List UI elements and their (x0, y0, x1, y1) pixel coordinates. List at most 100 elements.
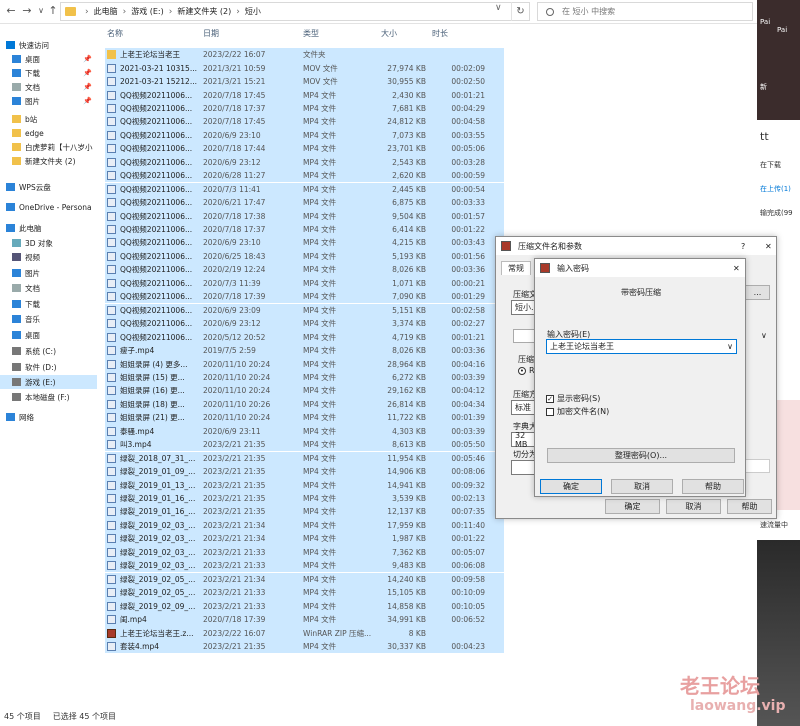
sidebar-item[interactable]: 系统 (C:) (0, 344, 97, 358)
column-duration[interactable]: 时长 (432, 28, 448, 39)
file-row[interactable]: 绿裂_2019_02_09_... 2023/2/21 21:33 MP4 文件 14… (105, 599, 504, 613)
file-row[interactable]: 上老王论坛当老王.z... 2023/2/22 16:07 WinRAR ZIP 压… (105, 626, 504, 640)
encrypt-filenames-checkbox[interactable]: 加密文件名(N) (546, 406, 609, 417)
sidebar-item[interactable]: 网络 (0, 410, 97, 424)
sidebar-item[interactable]: 桌面 (0, 328, 97, 342)
file-row[interactable]: QQ视频20211006... 2020/6/9 23:10 MP4 文件 4,215… (105, 236, 504, 250)
sidebar-item[interactable]: 软件 (D:) (0, 360, 97, 374)
sidebar-item[interactable]: 文档 (0, 281, 97, 295)
sidebar-item[interactable]: 此电脑 (0, 221, 97, 235)
breadcrumb-item[interactable]: 短小 (245, 6, 261, 17)
file-row[interactable]: QQ视频20211006... 2020/7/18 17:45 MP4 文件 2,43… (105, 88, 504, 102)
sidebar-item[interactable]: 图片 📌 (0, 94, 97, 108)
column-type[interactable]: 类型 (303, 28, 319, 39)
cancel-button[interactable]: 取消 (666, 499, 721, 514)
sidebar-item[interactable]: WPS云盘 (0, 180, 97, 194)
help-button[interactable]: 帮助 (682, 479, 744, 494)
sidebar-item[interactable]: 下载 (0, 297, 97, 311)
sidebar-item[interactable]: edge (0, 126, 97, 140)
close-icon[interactable]: ✕ (765, 242, 772, 251)
sidebar-item[interactable]: 游戏 (E:) (0, 375, 97, 389)
browse-button[interactable]: ... (745, 285, 770, 300)
file-row[interactable]: QQ视频20211006... 2020/7/3 11:39 MP4 文件 1,071… (105, 276, 504, 291)
help-icon[interactable]: ? (741, 242, 745, 251)
file-row[interactable]: 绿裂_2019_02_03_... 2023/2/21 21:34 MP4 文件 1,… (105, 532, 504, 546)
file-row[interactable]: 套装4.mp4 2023/2/21 21:35 MP4 文件 30,337 KB 00:… (105, 639, 504, 654)
sidebar-item[interactable]: 图片 (0, 266, 97, 280)
sidebar-item[interactable]: 文档 📌 (0, 80, 97, 94)
file-row[interactable]: QQ视频20211006... 2020/2/19 12:24 MP4 文件 8,02… (105, 263, 504, 277)
file-row[interactable]: QQ视频20211006... 2020/7/18 17:39 MP4 文件 7,09… (105, 290, 504, 304)
ok-button[interactable]: 确定 (605, 499, 660, 514)
file-row[interactable]: 绿裂_2019_01_16_... 2023/2/21 21:35 MP4 文件 3,… (105, 491, 504, 506)
file-row[interactable]: QQ视频20211006... 2020/7/18 17:44 MP4 文件 23,7… (105, 142, 504, 156)
file-row[interactable]: 绿裂_2019_02_03_... 2023/2/21 21:34 MP4 文件 17… (105, 518, 504, 533)
search-input[interactable]: 在 短小 中搜索 (537, 2, 753, 21)
file-row[interactable]: 瘦子.mp4 2019/7/5 2:59 MP4 文件 8,026 KB 00:03:3… (105, 343, 504, 358)
file-row[interactable]: 2021-03-21 15212... 2021/3/21 15:21 MOV 文件… (105, 74, 504, 89)
close-icon[interactable]: ✕ (733, 264, 740, 273)
file-row[interactable]: QQ视频20211006... 2020/6/28 11:27 MP4 文件 2,62… (105, 169, 504, 183)
file-row[interactable]: 上老王论坛当老王 2023/2/22 16:07 文件夹 (105, 48, 504, 62)
sidebar-item[interactable]: 新建文件夹 (2) (0, 154, 97, 168)
forward-icon[interactable]: → (20, 4, 34, 18)
file-row[interactable]: QQ视频20211006... 2020/7/18 17:38 MP4 文件 9,50… (105, 209, 504, 223)
file-row[interactable]: QQ视频20211006... 2020/6/9 23:09 MP4 文件 5,151… (105, 303, 504, 317)
tab-general[interactable]: 常规 (501, 261, 531, 275)
file-row[interactable]: 2021-03-21 10315... 2021/3/21 10:59 MOV 文件… (105, 61, 504, 75)
chevron-down-icon[interactable]: ∨ (727, 342, 733, 351)
file-row[interactable]: 姐姐录屏 (21) 更... 2020/11/10 20:24 MP4 文件 11,7… (105, 411, 504, 425)
file-row[interactable]: QQ视频20211006... 2020/7/18 17:45 MP4 文件 24,8… (105, 115, 504, 129)
file-row[interactable]: 闺.mp4 2020/7/18 17:39 MP4 文件 34,991 KB 00:06… (105, 612, 504, 627)
organize-passwords-button[interactable]: 整理密码(O)... (547, 448, 735, 463)
breadcrumb-item[interactable]: 此电脑 (94, 6, 118, 17)
password-input[interactable]: 上老王论坛当老王 ∨ (546, 339, 737, 354)
file-row[interactable]: 绿裂_2018_07_31_... 2023/2/21 21:35 MP4 文件 11… (105, 451, 504, 465)
sidebar-item[interactable]: 本地磁盘 (F:) (0, 390, 97, 404)
file-row[interactable]: QQ视频20211006... 2020/6/9 23:12 MP4 文件 2,543… (105, 155, 504, 169)
file-row[interactable]: 绿裂_2019_01_09_... 2023/2/21 21:35 MP4 文件 14… (105, 464, 504, 479)
file-row[interactable]: QQ视频20211006... 2020/6/9 23:10 MP4 文件 7,073… (105, 128, 504, 143)
sidebar-item[interactable]: 桌面 📌 (0, 52, 97, 66)
file-row[interactable]: 泰骚.mp4 2020/6/9 23:11 MP4 文件 4,303 KB 00:03:… (105, 424, 504, 438)
sidebar-item[interactable]: 音乐 (0, 312, 97, 326)
file-row[interactable]: 绿裂_2019_01_13_... 2023/2/21 21:35 MP4 文件 14… (105, 478, 504, 492)
file-row[interactable]: QQ视频20211006... 2020/7/18 17:37 MP4 文件 6,41… (105, 222, 504, 237)
sidebar-item[interactable]: 下载 📌 (0, 66, 97, 80)
file-row[interactable]: 姐姐录屏 (4) 更多... 2020/11/10 20:24 MP4 文件 28,9… (105, 357, 504, 371)
file-row[interactable]: 绿裂_2019_01_16_... 2023/2/21 21:35 MP4 文件 12… (105, 505, 504, 519)
chevron-down-icon[interactable]: ∨ (495, 3, 507, 13)
cancel-button[interactable]: 取消 (611, 479, 673, 494)
refresh-icon[interactable]: ↻ (511, 2, 529, 21)
sidebar-item[interactable]: 3D 对象 (0, 236, 97, 250)
back-icon[interactable]: ← (4, 4, 18, 18)
ok-button[interactable]: 确定 (540, 479, 602, 494)
sidebar-item[interactable]: 视频 (0, 250, 97, 264)
column-size[interactable]: 大小 (381, 28, 397, 39)
file-row[interactable]: QQ视频20211006... 2020/7/3 11:41 MP4 文件 2,445… (105, 182, 504, 196)
breadcrumb-item[interactable]: 游戏 (E:) (131, 6, 164, 17)
breadcrumb[interactable]: › 此电脑 › 游戏 (E:) › 新建文件夹 (2) › 短小 (60, 2, 530, 21)
file-row[interactable]: QQ视频20211006... 2020/6/21 17:47 MP4 文件 6,87… (105, 195, 504, 210)
file-row[interactable]: QQ视频20211006... 2020/6/9 23:12 MP4 文件 3,374… (105, 317, 504, 331)
show-password-checkbox[interactable]: ✓ 显示密码(S) (546, 393, 600, 404)
chevron-down-icon[interactable]: ∨ (761, 331, 767, 340)
up-icon[interactable]: ↑ (46, 4, 60, 18)
file-row[interactable]: QQ视频20211006... 2020/5/12 20:52 MP4 文件 4,71… (105, 330, 504, 344)
breadcrumb-item[interactable]: 新建文件夹 (2) (177, 6, 231, 17)
help-button[interactable]: 帮助 (727, 499, 772, 514)
file-row[interactable]: 叫3.mp4 2023/2/21 21:35 MP4 文件 8,613 KB 00:05… (105, 438, 504, 452)
file-row[interactable]: QQ视频20211006... 2020/7/18 17:37 MP4 文件 7,68… (105, 101, 504, 116)
column-date[interactable]: 日期 (203, 28, 219, 39)
file-row[interactable]: 姐姐录屏 (16) 更... 2020/11/10 20:24 MP4 文件 29,1… (105, 384, 504, 398)
file-row[interactable]: 绿裂_2019_02_03_... 2023/2/21 21:33 MP4 文件 9,… (105, 559, 504, 573)
sidebar-item[interactable]: 白虎萝莉【十八岁小 (0, 140, 97, 154)
file-row[interactable]: QQ视频20211006... 2020/6/25 18:43 MP4 文件 5,19… (105, 249, 504, 264)
sidebar-item[interactable]: 快速访问 (0, 38, 97, 52)
file-row[interactable]: 绿裂_2019_02_03_... 2023/2/21 21:33 MP4 文件 7,… (105, 545, 504, 560)
file-row[interactable]: 绿裂_2019_02_05_... 2023/2/21 21:33 MP4 文件 15… (105, 586, 504, 600)
column-name[interactable]: 名称 (107, 28, 123, 39)
sidebar-item[interactable]: OneDrive - Persona (0, 200, 97, 214)
sidebar-item[interactable]: b站 (0, 112, 97, 126)
file-row[interactable]: 姐姐录屏 (15) 更... 2020/11/10 20:24 MP4 文件 6,27… (105, 370, 504, 385)
